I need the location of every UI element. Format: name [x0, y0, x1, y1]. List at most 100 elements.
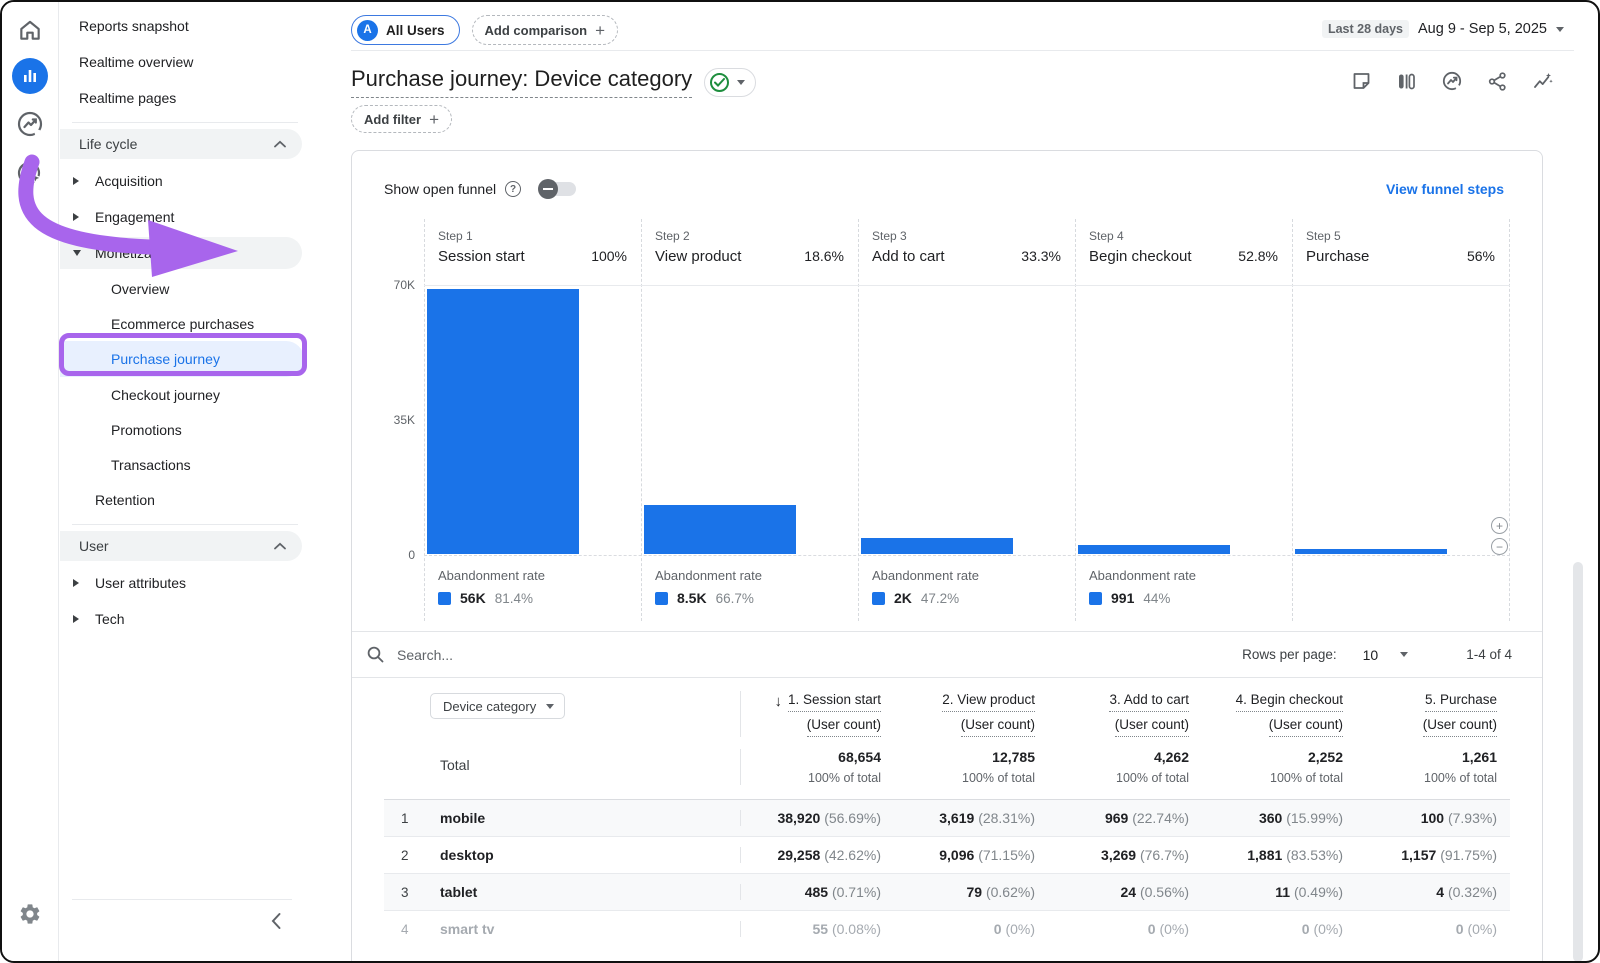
funnel-bar[interactable]: [644, 505, 796, 554]
table-total-row: Total 68,654100% of total 12,785100% of …: [384, 737, 1510, 799]
advertising-icon[interactable]: [14, 158, 46, 190]
step-name: Purchase: [1306, 248, 1369, 265]
sidebar-item-transactions[interactable]: Transactions: [60, 447, 310, 482]
column-header-session-start[interactable]: ↓1. Session start (User count): [740, 691, 894, 737]
funnel-bar[interactable]: [861, 538, 1013, 554]
page-title[interactable]: Purchase journey: Device category: [351, 66, 692, 98]
sidebar-item-acquisition[interactable]: Acquisition: [60, 163, 310, 199]
search-icon: [366, 645, 385, 664]
rows-per-page-select[interactable]: 10: [1363, 647, 1409, 663]
home-icon[interactable]: [16, 16, 44, 44]
step-name: View product: [655, 248, 741, 265]
sidebar-item-overview[interactable]: Overview: [60, 271, 310, 306]
share-icon[interactable]: [1487, 71, 1508, 92]
sidebar-item-user-attributes[interactable]: User attributes: [60, 565, 310, 601]
sidebar-item-realtime-pages[interactable]: Realtime pages: [60, 80, 310, 116]
abandonment-count: 56K: [460, 590, 486, 606]
abandonment-rate: 81.4%: [495, 591, 533, 606]
collapse-sidebar-chevron[interactable]: [270, 912, 282, 930]
explore-icon[interactable]: [14, 108, 46, 140]
settings-gear-icon[interactable]: [16, 900, 44, 928]
table-controls-row: Rows per page: 10 1-4 of 4: [352, 632, 1542, 678]
comparison-bars-icon[interactable]: [1396, 71, 1417, 92]
column-header-begin-checkout[interactable]: 4. Begin checkout (User count): [1202, 691, 1356, 737]
sidebar-item-tech[interactable]: Tech: [60, 601, 310, 637]
cell-value: 24: [1121, 884, 1137, 900]
row-rank: 3: [384, 885, 428, 900]
data-quality-badge[interactable]: [704, 68, 756, 97]
chevron-down-icon: [1556, 27, 1564, 32]
window-scrollbar[interactable]: [1573, 562, 1583, 962]
explore-compass-icon[interactable]: [1441, 70, 1463, 92]
column-header-add-to-cart[interactable]: 3. Add to cart (User count): [1048, 691, 1202, 737]
zoom-in-button[interactable]: +: [1491, 517, 1508, 534]
cell-value: 0: [994, 921, 1002, 937]
abandonment-count: 8.5K: [677, 590, 707, 606]
row-dimension: smart tv: [428, 921, 740, 937]
search-input[interactable]: [397, 647, 697, 663]
report-title-row: Purchase journey: Device category: [351, 66, 756, 98]
column-subtitle: (User count): [1423, 716, 1497, 737]
abandonment-rate: 47.2%: [921, 591, 959, 606]
insights-icon[interactable]: [1532, 70, 1554, 92]
sidebar-item-engagement[interactable]: Engagement: [60, 199, 310, 235]
sidebar-item-ecommerce-purchases[interactable]: Ecommerce purchases: [60, 306, 310, 341]
cell-value: 3,619: [939, 810, 974, 826]
note-icon[interactable]: [1351, 71, 1372, 92]
cell-value: 29,258: [777, 847, 820, 863]
divider: [72, 122, 298, 123]
cell-value: 9,096: [939, 847, 974, 863]
cell-percent: (0%): [1159, 921, 1189, 937]
plus-icon: +: [595, 22, 605, 39]
table-header-row: Device category ↓1. Session start (User …: [384, 678, 1510, 737]
sidebar-item-retention[interactable]: Retention: [60, 482, 310, 518]
row-rank: 1: [384, 811, 428, 826]
date-preset-badge: Last 28 days: [1322, 20, 1409, 38]
chart-zoom-controls: + −: [1491, 517, 1508, 555]
sidebar-item-promotions[interactable]: Promotions: [60, 412, 310, 447]
dimension-selector[interactable]: Device category: [430, 693, 565, 719]
cell-value: 360: [1259, 810, 1282, 826]
funnel-bar[interactable]: [427, 289, 579, 554]
sidebar-item-label: Acquisition: [95, 173, 163, 189]
chevron-down-icon: [1400, 652, 1408, 657]
funnel-step-column: Step 5 Purchase56%: [1292, 219, 1510, 621]
sidebar-item-purchase-journey[interactable]: Purchase journey: [60, 341, 304, 377]
cell-percent: (91.75%): [1440, 847, 1497, 863]
cell-percent: (0%): [1313, 921, 1343, 937]
total-subtext: 100% of total: [1424, 771, 1497, 785]
funnel-bar[interactable]: [1295, 549, 1447, 554]
help-icon[interactable]: ?: [505, 181, 521, 197]
total-subtext: 100% of total: [962, 771, 1035, 785]
column-header-purchase[interactable]: 5. Purchase (User count): [1356, 691, 1510, 737]
cell-value: 4: [1436, 884, 1444, 900]
app-window: Reports snapshot Realtime overview Realt…: [0, 0, 1600, 963]
sidebar-item-reports-snapshot[interactable]: Reports snapshot: [60, 8, 310, 44]
show-open-funnel-toggle[interactable]: [538, 179, 578, 199]
sidebar-item-checkout-journey[interactable]: Checkout journey: [60, 377, 310, 412]
zoom-out-button[interactable]: −: [1491, 538, 1508, 555]
chevron-down-icon: [546, 704, 554, 709]
view-funnel-steps-link[interactable]: View funnel steps: [1386, 181, 1504, 197]
row-dimension: tablet: [428, 884, 740, 900]
y-tick: 70K: [394, 278, 415, 292]
divider: [72, 524, 298, 525]
cell-percent: (0%): [1467, 921, 1497, 937]
funnel-bar[interactable]: [1078, 545, 1230, 554]
sidebar-item-label: Monetization: [95, 245, 174, 261]
section-header-life-cycle[interactable]: Life cycle: [60, 129, 302, 159]
sidebar-item-monetization[interactable]: Monetization: [60, 237, 302, 269]
step-completion-rate: 56%: [1467, 248, 1495, 264]
column-header-view-product[interactable]: 2. View product (User count): [894, 691, 1048, 737]
sidebar-item-realtime-overview[interactable]: Realtime overview: [60, 44, 310, 80]
date-range-picker[interactable]: Last 28 days Aug 9 - Sep 5, 2025: [1322, 20, 1564, 38]
section-header-user[interactable]: User: [60, 531, 302, 561]
add-filter-button[interactable]: Add filter +: [351, 105, 452, 133]
add-comparison-button[interactable]: Add comparison +: [472, 15, 619, 45]
all-users-chip[interactable]: A All Users: [351, 15, 460, 45]
step-completion-rate: 100%: [591, 248, 627, 264]
abandonment-label: Abandonment rate: [1089, 568, 1292, 583]
reports-icon[interactable]: [12, 58, 48, 94]
column-subtitle: (User count): [961, 716, 1035, 737]
cell-percent: (28.31%): [978, 810, 1035, 826]
